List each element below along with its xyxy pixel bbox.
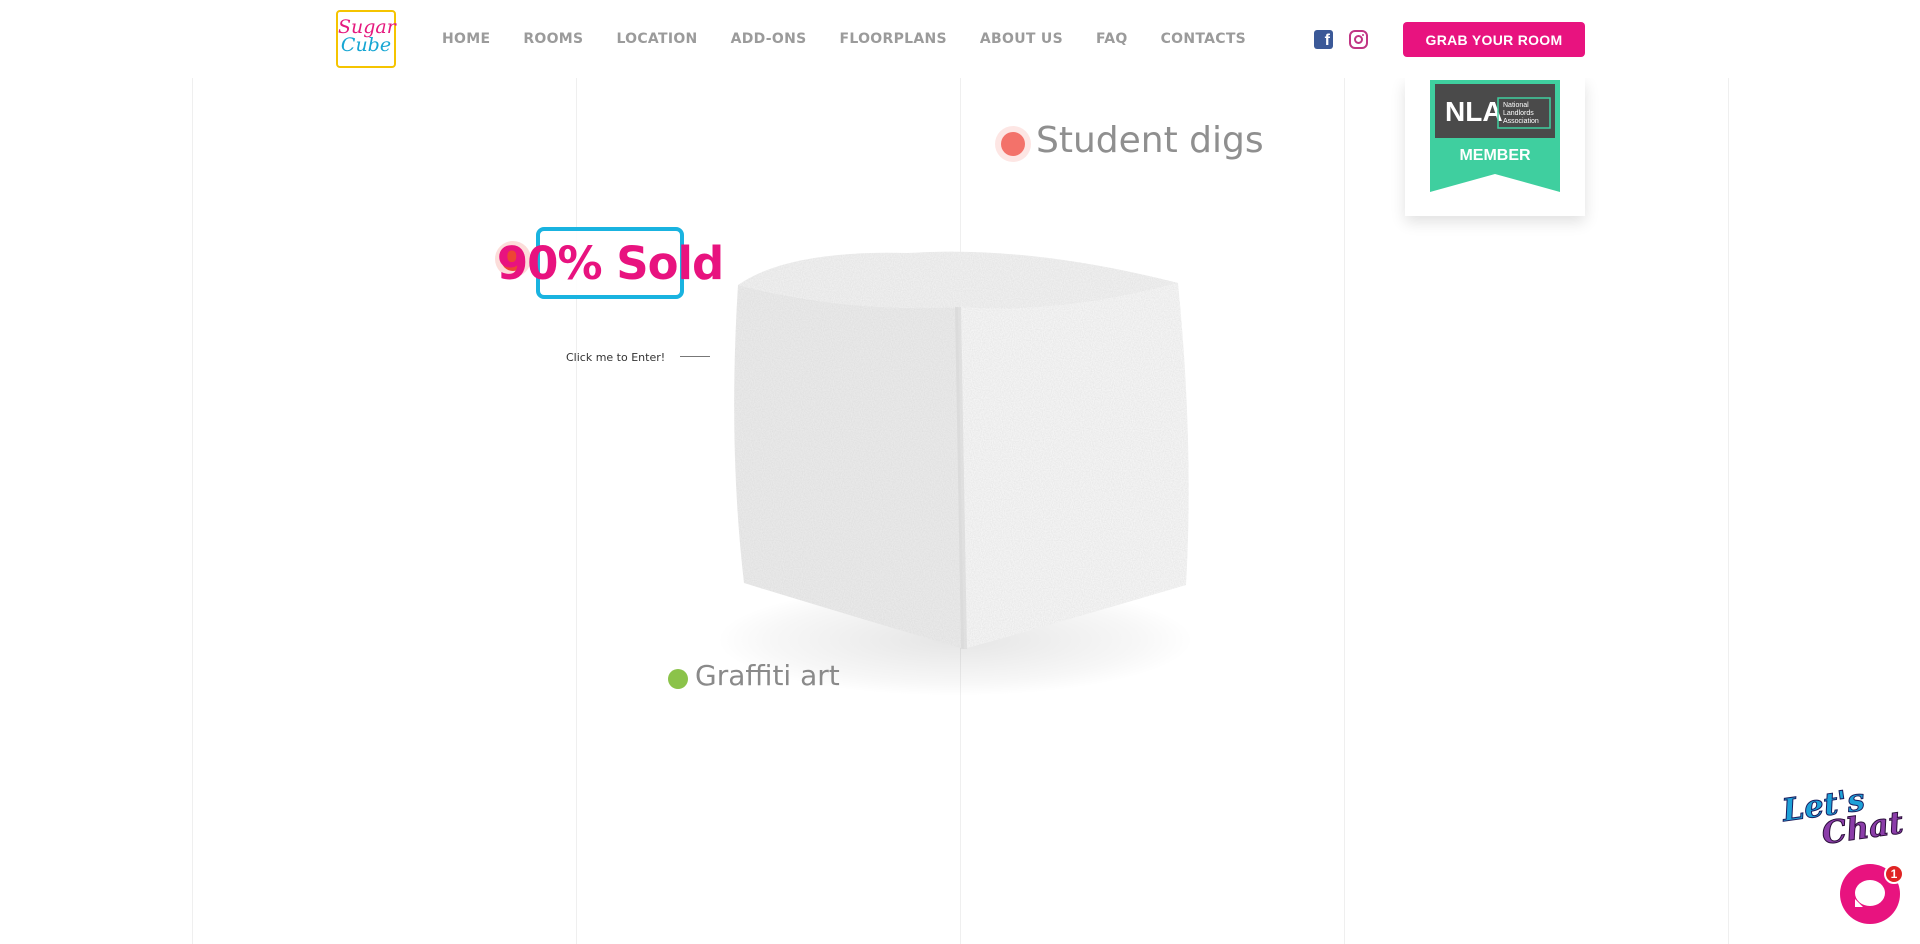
nla-full-line3: Association (1503, 118, 1539, 125)
chat-bubble-tail (1855, 899, 1863, 907)
chat-script-line2: Chat (1819, 804, 1906, 852)
member-label: MEMBER (1459, 147, 1531, 164)
nla-badge-graphic: NLA National Landlords Association MEMBE… (1430, 80, 1560, 192)
feature-student-digs[interactable]: Student digs (1036, 120, 1264, 161)
grid-line (576, 0, 577, 944)
sold-status-box[interactable]: 90% Sold (497, 227, 724, 299)
lets-chat-script[interactable]: Let's Chat (1779, 781, 1906, 854)
nav-about-us[interactable]: ABOUT US (980, 31, 1063, 47)
instagram-icon[interactable] (1349, 30, 1368, 49)
grid-line (192, 0, 193, 944)
sugar-cube-logo[interactable]: Sugar Cube (336, 10, 396, 68)
logo-text-line2: Cube (340, 34, 392, 57)
grab-your-room-button[interactable]: GRAB YOUR ROOM (1403, 22, 1585, 57)
sugar-cube-image[interactable] (728, 245, 1192, 655)
nav-floorplans[interactable]: FLOORPLANS (840, 31, 947, 47)
nav-faq[interactable]: FAQ (1096, 31, 1128, 47)
grid-line (1344, 0, 1345, 944)
chat-unread-badge: 1 (1884, 864, 1904, 884)
nla-full-line2: Landlords (1503, 110, 1534, 117)
grid-line (1728, 0, 1729, 944)
nla-full-line1: National (1503, 102, 1529, 109)
feature-graffiti-art[interactable]: Graffiti art (695, 659, 840, 692)
feature-dot-graffiti[interactable] (668, 669, 688, 689)
feature-dot-student[interactable] (1001, 132, 1025, 156)
nav-home[interactable]: HOME (442, 31, 490, 47)
nav-location[interactable]: LOCATION (616, 31, 697, 47)
nav-add-ons[interactable]: ADD-ONS (731, 31, 807, 47)
nla-member-badge[interactable]: NLA National Landlords Association MEMBE… (1405, 78, 1585, 216)
site-header: Sugar Cube HOME ROOMS LOCATION ADD-ONS F… (0, 0, 1920, 78)
click-to-enter-text[interactable]: Click me to Enter! (566, 351, 665, 364)
nav-rooms[interactable]: ROOMS (523, 31, 583, 47)
enter-pointer-line (680, 356, 710, 357)
facebook-icon[interactable]: f (1314, 30, 1333, 49)
nla-short-text: NLA (1445, 96, 1503, 127)
main-nav: HOME ROOMS LOCATION ADD-ONS FLOORPLANS A… (442, 31, 1279, 47)
nav-contacts[interactable]: CONTACTS (1161, 31, 1247, 47)
sold-status-text: 90% Sold (496, 236, 724, 290)
